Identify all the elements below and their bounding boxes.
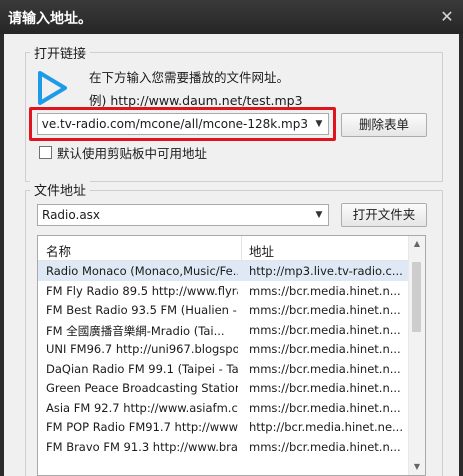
vertical-scrollbar[interactable]: ▲ ▼ [408,236,425,475]
file-combobox[interactable]: Radio.asx ▼ [37,204,329,226]
table-row[interactable]: Asia FM 92.7 http://www.asiafm.c... mms:/… [38,398,409,418]
list-header: 名称 地址 [38,236,409,261]
scroll-thumb[interactable] [412,262,421,332]
chevron-down-icon[interactable]: ▼ [310,205,328,225]
station-name-cell: Green Peace Broadcasting Station ... [46,381,238,395]
use-clipboard-label: 默认使用剪贴板中可用地址 [57,146,208,161]
table-row[interactable]: Radio Monaco (Monaco,Music/Fe... http://m… [38,261,409,281]
station-name-cell: DaQian Radio FM 99.1 (Taipei - Tai... [46,361,238,376]
station-address-cell: mms://bcr.media.hinet.n... [249,303,401,317]
table-row[interactable]: Green Peace Broadcasting Station ... mms:… [38,378,409,398]
scroll-up-icon[interactable]: ▲ [409,236,425,252]
station-address-cell: mms://bcr.media.hinet.n... [249,283,401,298]
station-address-cell: mms://bcr.media.hinet.n... [249,361,401,376]
station-address-cell: mms://bcr.media.hinet.n... [249,381,401,395]
column-header-address[interactable]: 地址 [249,241,274,260]
use-clipboard-checkbox[interactable] [39,146,52,159]
file-address-group-label: 文件地址 [30,180,91,199]
hint-text: 在下方输入您需要播放的文件网址。 [89,70,290,85]
column-header-name[interactable]: 名称 [46,241,71,260]
station-name-cell: Asia FM 92.7 http://www.asiafm.c... [46,400,238,415]
table-row[interactable]: FM Best Radio 93.5 FM (Hualien - ... mms:… [38,300,409,320]
window-title: 请输入地址。 [8,11,92,27]
play-icon [38,71,67,105]
table-row[interactable]: FM Bravo FM 91.3 http://www.bra... mms://… [38,437,409,457]
station-address-cell: mms://bcr.media.hinet.n... [249,439,401,454]
table-row[interactable]: FM POP Radio FM91.7 http://www.... http:/… [38,417,409,437]
use-clipboard-checkbox-row[interactable]: 默认使用剪贴板中可用地址 [39,143,207,162]
close-icon[interactable]: ✕ [437,7,457,27]
station-name-cell: FM Fly Radio 89.5 http://www.flyra... [46,283,238,298]
dialog-window: 请输入地址。 ✕ 打开链接 在下方输入您需要播放的文件网址。 例) http:/… [0,0,463,476]
station-name-cell: UNI FM96.7 http://uni967.blogspo... [46,342,238,356]
dialog-body: 打开链接 在下方输入您需要播放的文件网址。 例) http://www.daum… [4,34,459,476]
station-address-cell: mms://bcr.media.hinet.n... [249,400,401,415]
table-row[interactable]: FM Fly Radio 89.5 http://www.flyra... mms… [38,281,409,301]
delete-form-button[interactable]: 删除表单 [341,113,427,137]
station-name-cell: FM Bravo FM 91.3 http://www.bra... [46,439,238,454]
station-address-cell: mms://bcr.media.hinet.n... [249,322,401,337]
table-row[interactable]: UNI FM96.7 http://uni967.blogspo... mms:/… [38,339,409,359]
station-list[interactable]: 名称 地址 Radio Monaco (Monaco,Music/Fe... ht… [37,235,426,476]
open-folder-button[interactable]: 打开文件夹 [341,203,427,227]
table-row[interactable]: DaQian Radio FM 99.1 (Taipei - Tai... mms… [38,359,409,379]
url-highlight-box [29,107,336,141]
station-address-cell: http://bcr.media.hinet.ne... [249,420,403,434]
title-bar[interactable]: 请输入地址。 ✕ [0,0,463,34]
station-name-cell: FM Best Radio 93.5 FM (Hualien - ... [46,303,238,317]
station-name-cell: FM POP Radio FM91.7 http://www.... [46,420,238,434]
column-divider[interactable] [241,236,242,260]
station-name-cell: FM 全國廣播音樂網-Mradio (Tai... [46,323,225,338]
open-link-group-label: 打开链接 [30,43,91,62]
table-row[interactable]: FM 全國廣播音樂網-Mradio (Tai... mms://bcr.media… [38,320,409,340]
station-address-cell: http://mp3.live.tv-radio.c... [249,264,403,278]
station-address-cell: mms://bcr.media.hinet.n... [249,342,401,356]
station-name-cell: Radio Monaco (Monaco,Music/Fe... [46,264,238,278]
file-select[interactable]: Radio.asx [42,208,308,222]
scroll-down-icon[interactable]: ▼ [409,459,425,475]
